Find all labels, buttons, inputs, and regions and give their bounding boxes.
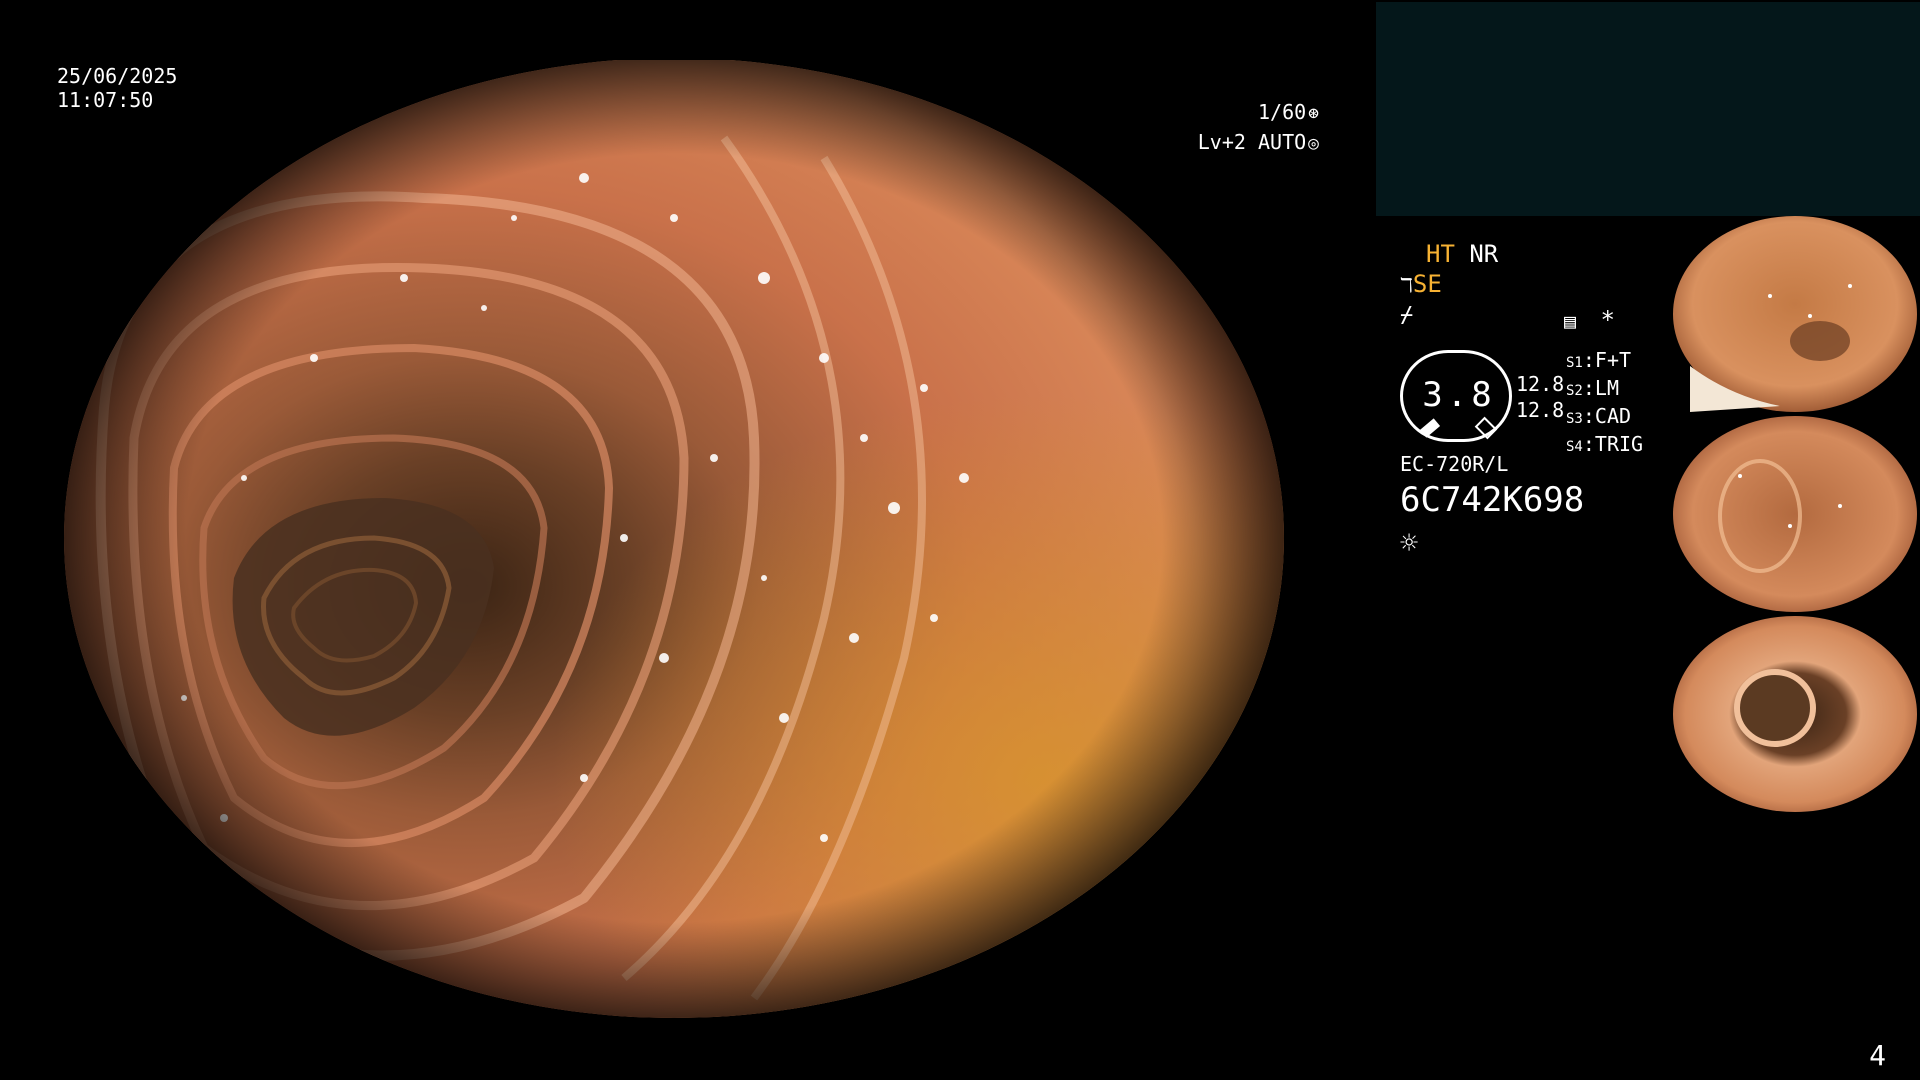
scope-switch-list: S1:F+T S2:LM S3:CAD S4:TRIG (1566, 348, 1643, 460)
gauge-marker-right (1474, 416, 1498, 440)
processor-status-panel: HT NR ℸSE ⌿ ▤ * 3.8 12.8 12.8 EC-720R/L … (1400, 240, 1690, 570)
ht-mode-label: HT (1426, 240, 1455, 268)
thumbnail-1[interactable] (1670, 216, 1920, 412)
scope-serial: 6C742K698 (1400, 480, 1585, 520)
zoom-gauge: 3.8 (1400, 350, 1512, 442)
se-mode-label: SE (1412, 270, 1442, 298)
time-text: 11:07:50 (57, 88, 154, 112)
thumbnail-2[interactable] (1670, 416, 1920, 612)
date-text: 25/06/2025 (57, 64, 178, 88)
switch-row-s1: S1:F+T (1566, 348, 1632, 372)
nr-mode-label: NR (1469, 240, 1499, 268)
aperture-icon: ⊛ (1308, 103, 1319, 124)
light-source-icon: ☼ (1400, 526, 1419, 561)
endoscope-live-view (64, 58, 1284, 1018)
endoscopy-screen: 25/06/2025 11:07:50 1/60 ⊛ Lv+2 AUTO ◎ HT … (0, 0, 1920, 1080)
scope-model: EC-720R/L (1400, 452, 1509, 476)
colon-lumen-image (64, 58, 1284, 1018)
view-mask-bottom (0, 1018, 1300, 1080)
mode-text: AUTO (1257, 130, 1307, 154)
asterisk-label: * (1600, 306, 1615, 334)
page-number: 4 (1869, 1039, 1886, 1072)
view-mask-top (0, 0, 1300, 60)
scale-top: 12.8 (1516, 372, 1565, 396)
datetime-overlay: 25/06/2025 11:07:50 (57, 64, 177, 112)
enhance-icon: ℸ (1400, 273, 1413, 297)
switch-row-s4: S4:TRIG (1566, 432, 1644, 456)
exposure-overlay: 1/60 ⊛ Lv+2 AUTO ◎ (1198, 98, 1319, 158)
memory-icon: ▤ (1564, 309, 1577, 333)
switch-row-s2: S2:LM (1566, 376, 1619, 400)
shutter-text: 1/60 (1257, 100, 1307, 124)
thumbnail-3[interactable] (1670, 616, 1920, 812)
scale-bottom: 12.8 (1516, 398, 1565, 422)
zoom-value: 3.8 (1422, 375, 1496, 415)
info-panel-background (1376, 2, 1920, 216)
auto-iris-icon: ◎ (1308, 133, 1319, 154)
freeze-icon: ⌿ (1400, 303, 1414, 328)
level-text: Lv+2 (1197, 130, 1246, 154)
gauge-marker-left (1419, 418, 1441, 438)
switch-row-s3: S3:CAD (1566, 404, 1632, 428)
